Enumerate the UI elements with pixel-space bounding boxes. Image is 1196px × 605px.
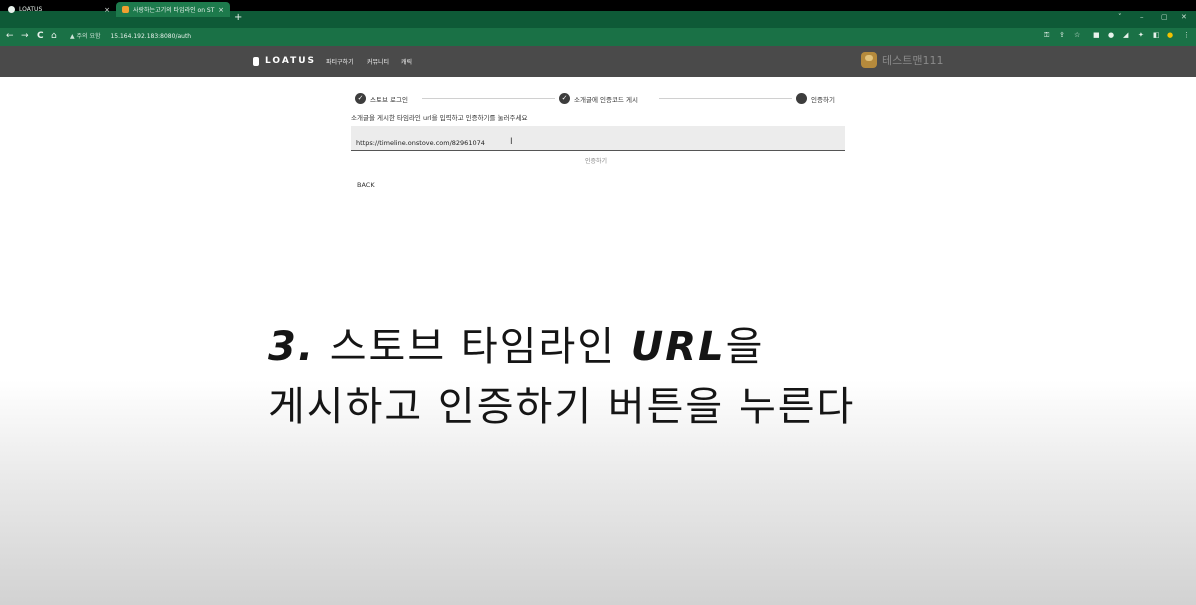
sidebar-icon[interactable]: ◧ bbox=[1153, 31, 1160, 39]
user-menu[interactable]: 테스트맨111 bbox=[861, 52, 943, 68]
logo-text: LOATUS bbox=[265, 56, 317, 66]
tab-loatus[interactable]: LOATUS × bbox=[2, 2, 116, 17]
timeline-url-value[interactable]: https://timeline.onstove.com/82961074 bbox=[356, 139, 485, 147]
reload-icon[interactable]: C bbox=[37, 30, 44, 42]
url-field[interactable]: ▲ 주의 요함 15.164.192.183:8080/auth bbox=[70, 31, 191, 40]
nav-community[interactable]: 커뮤니티 bbox=[367, 57, 389, 66]
menu-icon[interactable]: ⋮ bbox=[1183, 31, 1190, 39]
tab-timeline[interactable]: 사랑하는고기의 타임라인 on ST × bbox=[116, 2, 230, 17]
check-icon: ✓ bbox=[559, 93, 570, 104]
verify-button[interactable]: 인증하기 bbox=[585, 156, 607, 165]
step-label: 소개글에 인증코드 게시 bbox=[574, 96, 638, 104]
extension-icon[interactable]: ◢ bbox=[1123, 31, 1128, 39]
share-icon[interactable]: ⇪ bbox=[1059, 31, 1065, 39]
site-logo[interactable]: LOATUS bbox=[253, 56, 316, 66]
caption-text: 스토브 타임라인 bbox=[329, 324, 617, 370]
new-tab-button[interactable]: + bbox=[234, 13, 242, 23]
key-icon[interactable]: ⚿ bbox=[1044, 31, 1049, 40]
nav-party[interactable]: 파티구하기 bbox=[326, 57, 354, 66]
step-current-icon bbox=[796, 93, 807, 104]
caption-url: URL bbox=[630, 324, 726, 370]
home-icon[interactable]: ⌂ bbox=[51, 30, 57, 42]
security-warning[interactable]: ▲ 주의 요함 bbox=[70, 33, 101, 40]
minimize-icon[interactable]: – bbox=[1140, 13, 1144, 21]
text-cursor-icon: I bbox=[510, 137, 513, 147]
forward-arrow-icon[interactable]: → bbox=[21, 30, 29, 42]
avatar bbox=[861, 52, 877, 68]
puzzle-icon[interactable]: ✦ bbox=[1138, 31, 1144, 39]
check-icon: ✓ bbox=[355, 93, 366, 104]
site-header bbox=[0, 46, 1196, 77]
step-connector bbox=[422, 98, 555, 99]
globe-icon bbox=[8, 6, 15, 13]
tab-search-icon[interactable]: ˅ bbox=[1118, 13, 1122, 21]
maximize-icon[interactable]: ▢ bbox=[1161, 13, 1168, 21]
caption-suffix: 을 bbox=[725, 324, 765, 370]
stove-icon bbox=[122, 6, 129, 13]
close-icon[interactable]: × bbox=[218, 6, 224, 14]
tab-title: LOATUS bbox=[19, 6, 43, 13]
close-icon[interactable]: × bbox=[104, 6, 110, 14]
nav-character[interactable]: 캐릭 bbox=[401, 57, 412, 66]
back-arrow-icon[interactable]: ← bbox=[6, 30, 14, 42]
url-text: 15.164.192.183:8080/auth bbox=[110, 33, 192, 40]
extension-icon[interactable]: ● bbox=[1108, 31, 1114, 39]
caption-step-number: 3. bbox=[268, 324, 316, 370]
close-window-icon[interactable]: ✕ bbox=[1181, 13, 1187, 21]
extension-icon[interactable]: ■ bbox=[1093, 31, 1100, 39]
logo-icon bbox=[253, 56, 259, 66]
caption-line-2: 게시하고 인증하기 버튼을 누른다 bbox=[268, 384, 856, 430]
caption-line-1: 3. 스토브 타임라인 URL을 bbox=[268, 314, 764, 372]
profile-icon[interactable]: ● bbox=[1167, 31, 1173, 39]
star-icon[interactable]: ☆ bbox=[1074, 31, 1080, 39]
tab-title: 사랑하는고기의 타임라인 on ST bbox=[133, 7, 215, 14]
step-label: 인증하기 bbox=[811, 96, 835, 104]
step-connector bbox=[659, 98, 792, 99]
instruction-text: 소개글을 게시한 타임라인 url을 입력하고 인증하기를 눌러주세요 bbox=[351, 114, 528, 122]
user-name: 테스트맨111 bbox=[882, 54, 944, 67]
step-label: 스토브 로그인 bbox=[370, 96, 408, 104]
back-button[interactable]: BACK bbox=[357, 181, 375, 189]
